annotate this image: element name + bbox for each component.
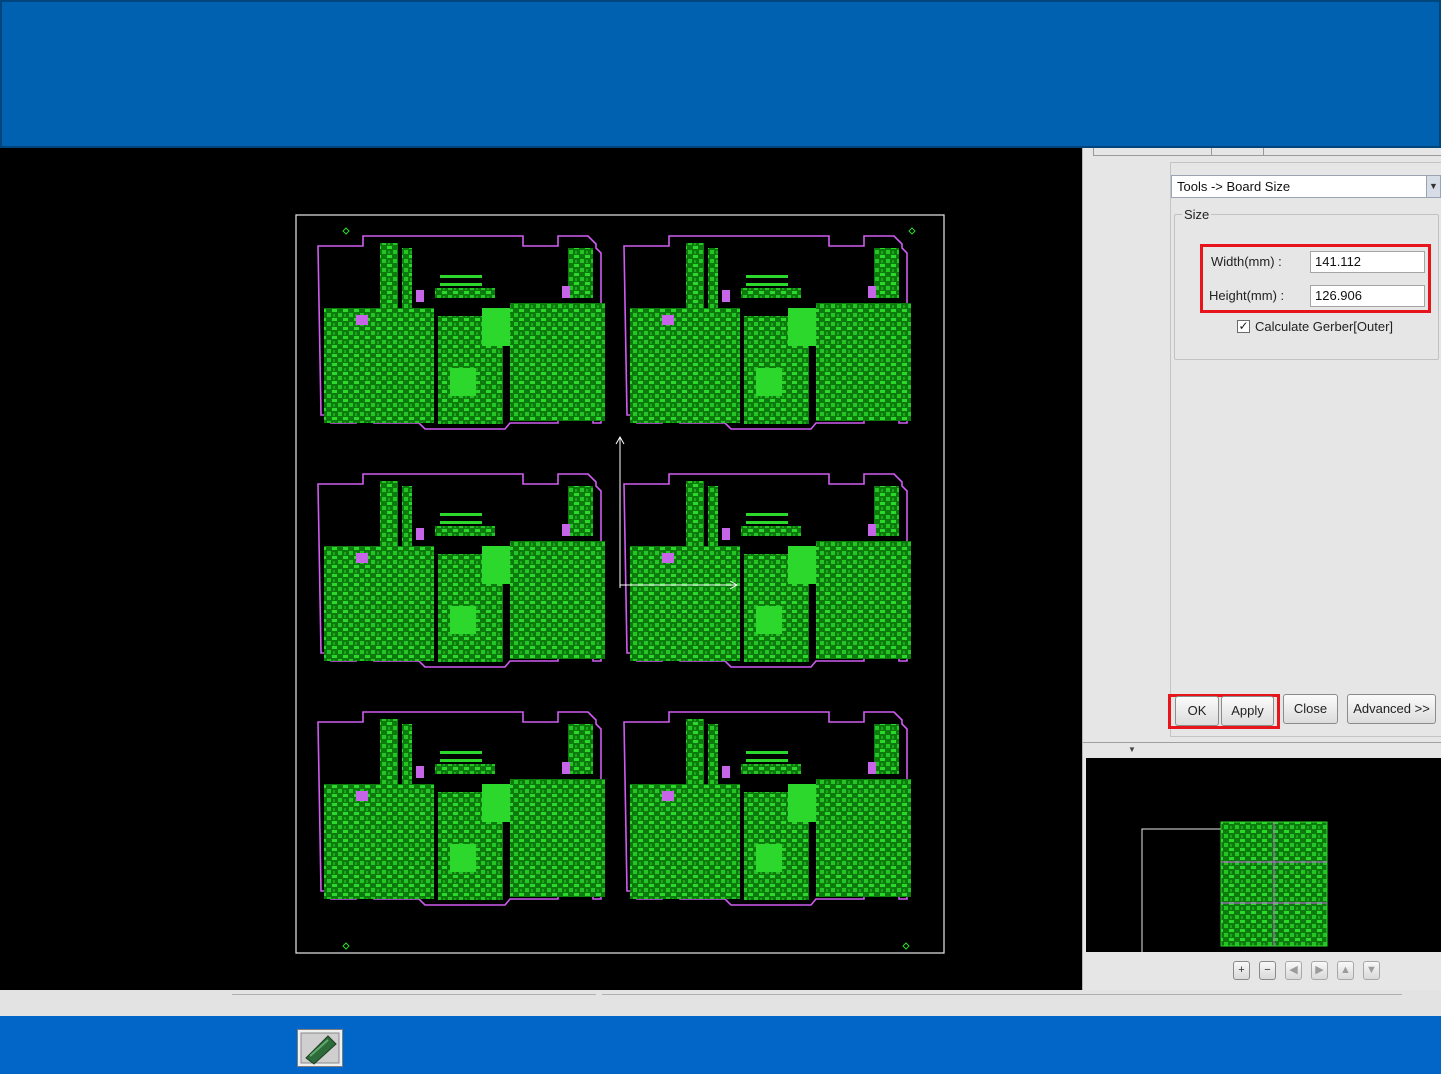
triangle-down-icon[interactable]: ▼: [1128, 745, 1136, 754]
zoom-out-button[interactable]: −: [1259, 961, 1276, 980]
zoom-in-button[interactable]: +: [1233, 961, 1250, 980]
height-field[interactable]: 126.906: [1310, 285, 1425, 307]
panel-divider: [1083, 742, 1441, 743]
advanced-button[interactable]: Advanced >>: [1347, 694, 1436, 724]
pcb-canvas[interactable]: [0, 148, 1082, 990]
width-field[interactable]: 141.112: [1310, 251, 1425, 273]
height-label: Height(mm) :: [1209, 288, 1285, 303]
pan-right-button[interactable]: ▶: [1311, 961, 1328, 980]
apply-button[interactable]: Apply: [1221, 696, 1274, 726]
chevron-down-icon[interactable]: ▼: [1426, 176, 1440, 197]
size-group-title: Size: [1182, 207, 1212, 222]
board-size-panel: Tools -> Board Size ▼ Size Width(mm) : 1…: [1082, 148, 1441, 990]
minimap-preview[interactable]: [1086, 758, 1441, 952]
pan-up-button[interactable]: ▲: [1337, 961, 1354, 980]
ok-button[interactable]: OK: [1175, 696, 1219, 726]
bottom-banner: [0, 1016, 1441, 1074]
width-label: Width(mm) :: [1211, 254, 1282, 269]
pcb-tool-icon[interactable]: [297, 1029, 343, 1067]
calculate-gerber-checkbox[interactable]: ✓: [1237, 320, 1250, 333]
tool-select-value: Tools -> Board Size: [1177, 179, 1291, 194]
tool-select[interactable]: Tools -> Board Size ▼: [1171, 175, 1441, 198]
top-banner: [0, 0, 1441, 148]
panel-tab-strip: [1093, 148, 1441, 156]
pan-down-button[interactable]: ▼: [1363, 961, 1380, 980]
pcb-board-view[interactable]: [0, 148, 1082, 990]
pan-left-button[interactable]: ◀: [1285, 961, 1302, 980]
calculate-gerber-label: Calculate Gerber[Outer]: [1255, 319, 1394, 334]
status-bar: [0, 990, 1441, 1016]
close-button[interactable]: Close: [1283, 694, 1338, 724]
minimap[interactable]: [1086, 758, 1441, 952]
